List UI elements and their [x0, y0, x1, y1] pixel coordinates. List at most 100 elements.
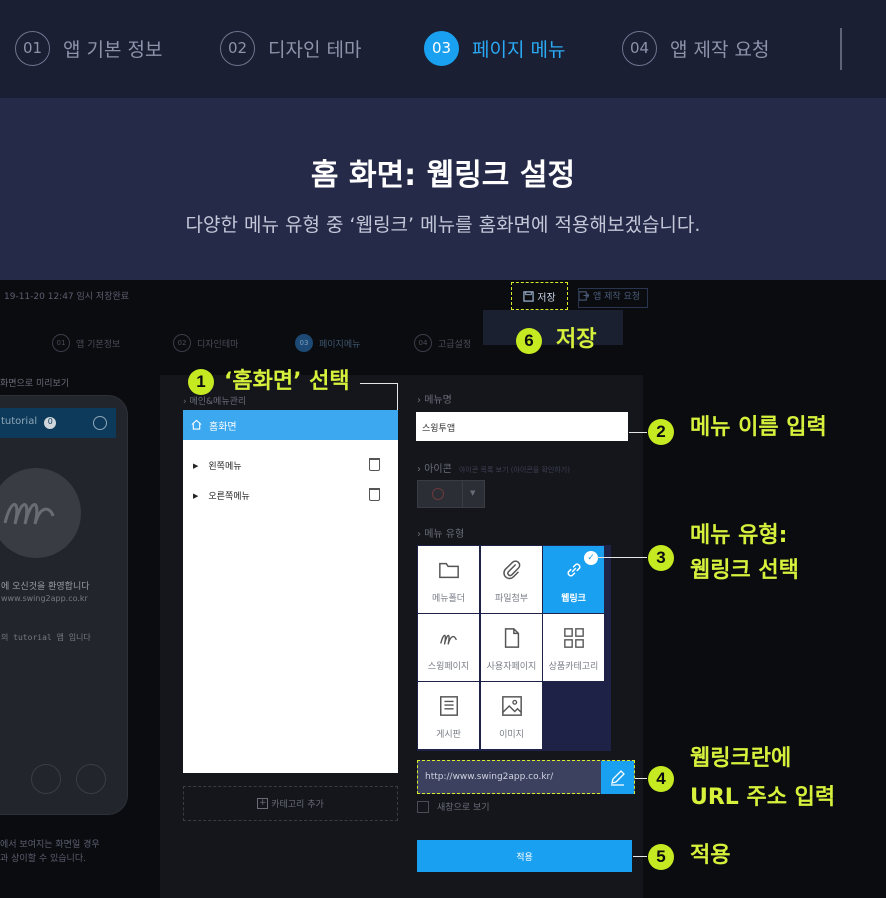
url-value: http://www.swing2app.co.kr/	[425, 772, 554, 782]
menu-name-input[interactable]: 스윙투앱	[416, 412, 628, 441]
phone-appbar: tutorial 0	[0, 408, 116, 438]
menu-type-folder[interactable]: 메뉴폴더	[418, 546, 479, 613]
step-design-theme[interactable]: 02 디자인 테마	[220, 30, 361, 66]
menu-type-product-category[interactable]: 상품카테고리	[543, 614, 604, 681]
menu-type-label: 스윙페이지	[427, 662, 470, 672]
home-menu-item[interactable]: 홈화면	[183, 410, 398, 440]
phone-count-badge: 0	[44, 417, 57, 429]
left-menu-label: 왼쪽메뉴	[208, 462, 242, 472]
menu-type-swingpage[interactable]: 스윙페이지	[418, 614, 479, 681]
menu-type-userpage[interactable]: 사용자페이지	[481, 614, 542, 681]
menu-icon	[93, 416, 107, 430]
edit-button[interactable]	[601, 761, 634, 794]
step-number: 01	[15, 30, 50, 66]
preview-label: 화면으로 미리보기	[0, 379, 70, 389]
step-label: 페이지 메뉴	[472, 38, 566, 61]
step-label: 앱 제작 요청	[670, 38, 770, 61]
editor-screenshot: 19-11-20 12:47 임시 저장완료 저장 앱 제작 요청 01 앱 기…	[0, 280, 886, 898]
menu-mgmt-text: 메인&메뉴관리	[189, 397, 247, 407]
icon-hint: 아이콘 목록 보기 (아이콘을 확인하기)	[458, 466, 570, 474]
inner-step-4: 04 고급설정	[414, 334, 471, 352]
phone-welcome: 에 오신것을 환영합니다	[1, 582, 90, 592]
phone-site: www.swing2app.co.kr	[1, 594, 88, 603]
left-menu-item[interactable]: ▶ 왼쪽메뉴	[193, 459, 242, 473]
tutorial-page: 01 앱 기본 정보 02 디자인 테마 03 페이지 메뉴 04 앱 제작 요…	[0, 0, 886, 898]
step-page-menu[interactable]: 03 페이지 메뉴	[424, 30, 565, 66]
callout-line-5	[633, 856, 647, 857]
callout-text-3a: 메뉴 유형:	[690, 523, 788, 548]
hero-banner: 홈 화면: 웹링크 설정 다양한 메뉴 유형 중 ‘웹링크’ 메뉴를 홈화면에 …	[0, 98, 886, 280]
inner-step-label: 페이지메뉴	[319, 339, 361, 350]
inner-step-2: 02 디자인테마	[173, 334, 238, 352]
share-icon	[76, 764, 106, 794]
menu-type-board[interactable]: 게시판	[418, 682, 479, 749]
inner-step-3: 03 페이지메뉴	[295, 334, 360, 352]
right-menu-label: 오른쪽메뉴	[208, 492, 250, 502]
callout-line-3	[597, 557, 647, 558]
apply-button[interactable]: 적용	[417, 840, 632, 872]
save-button[interactable]: 저장	[511, 282, 568, 310]
step-number: 02	[220, 30, 255, 66]
callout-badge-5: 5	[648, 844, 674, 870]
menu-name-text: 메뉴명	[424, 395, 452, 406]
inner-step-1: 01 앱 기본정보	[52, 334, 120, 352]
blocked-icon	[432, 488, 444, 500]
swing-icon	[439, 634, 457, 645]
delete-icon[interactable]	[369, 488, 380, 501]
save-tab-highlight	[483, 310, 623, 345]
new-window-label: 새창으로 보기	[437, 803, 490, 813]
callout-line-2	[629, 432, 647, 433]
callout-text-1: ‘홈화면’ 선택	[224, 369, 350, 394]
inner-step-number: 03	[295, 334, 313, 352]
delete-icon[interactable]	[369, 458, 380, 471]
phone-preview: tutorial 0 에 오신것을 환영합니다 www.swing2app.co…	[0, 395, 128, 815]
inner-step-number: 01	[52, 334, 70, 352]
document-icon	[504, 628, 519, 648]
right-menu-item[interactable]: ▶ 오른쪽메뉴	[193, 489, 250, 503]
menu-type-weblink[interactable]: 웹링크 ✓	[543, 546, 604, 613]
callout-line-4	[635, 778, 647, 779]
expand-arrow-icon: ▶	[193, 461, 199, 470]
callout-line-1	[360, 383, 398, 384]
step-app-info[interactable]: 01 앱 기본 정보	[15, 30, 162, 66]
phone-note: 의 tutorial 앱 입니다	[1, 633, 91, 642]
menu-tree-panel: 홈화면 ▶ 왼쪽메뉴 ▶ 오른쪽메뉴	[183, 410, 398, 773]
menu-name-label: › 메뉴명	[417, 395, 452, 406]
save-label: 저장	[537, 292, 556, 304]
menu-type-label: 웹링크	[561, 594, 586, 604]
callout-text-2: 메뉴 이름 입력	[690, 415, 827, 440]
inner-step-number: 04	[414, 334, 432, 352]
swing-logo-icon	[3, 502, 55, 525]
callout-badge-4: 4	[648, 766, 674, 792]
pencil-icon	[611, 770, 625, 786]
new-window-checkbox[interactable]: 새창으로 보기	[417, 800, 490, 813]
callout-badge-6: 6	[516, 328, 542, 354]
add-category-button[interactable]: + 카테고리 추가	[183, 786, 398, 821]
callout-badge-3: 3	[648, 545, 674, 571]
menu-type-label: 파일첨부	[494, 594, 529, 604]
location-icon	[31, 764, 61, 794]
menu-type-attachment[interactable]: 파일첨부	[481, 546, 542, 613]
inner-step-label: 고급설정	[438, 339, 472, 350]
step-app-request[interactable]: 04 앱 제작 요청	[622, 30, 769, 66]
url-input[interactable]: http://www.swing2app.co.kr/	[417, 760, 635, 794]
step-label: 앱 기본 정보	[63, 38, 163, 61]
step-bar: 01 앱 기본 정보 02 디자인 테마 03 페이지 메뉴 04 앱 제작 요…	[0, 0, 886, 98]
menu-type-label: 메뉴폴더	[431, 594, 466, 604]
callout-text-6: 저장	[556, 327, 597, 352]
plus-icon: +	[257, 798, 269, 809]
icon-select[interactable]: ▼	[417, 480, 485, 508]
menu-type-label: 게시판	[436, 730, 461, 740]
expand-arrow-icon: ▶	[193, 491, 199, 500]
grid-icon	[563, 628, 584, 648]
callout-text-4b: URL 주소 입력	[690, 785, 836, 810]
inner-step-label: 앱 기본정보	[76, 339, 121, 350]
icon-text: 아이콘	[424, 464, 452, 475]
step-number: 04	[622, 30, 657, 66]
menu-type-image[interactable]: 이미지	[481, 682, 542, 749]
floppy-icon	[523, 290, 534, 302]
checkbox-icon	[417, 800, 429, 813]
preview-note-2: 과 상이할 수 있습니다.	[0, 854, 86, 864]
preview-note-1: 에서 보여지는 화면일 경우	[0, 840, 100, 850]
chevron-down-icon: ▼	[470, 489, 476, 497]
